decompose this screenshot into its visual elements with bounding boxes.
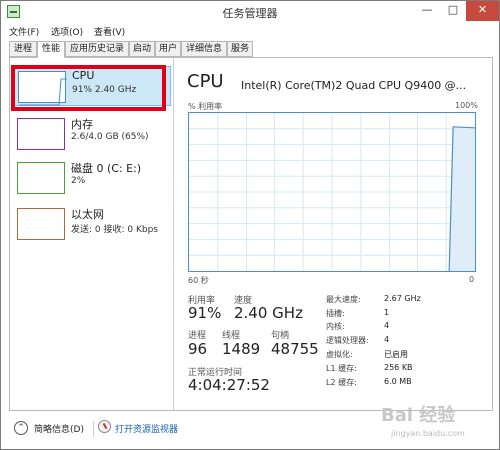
sidebar-item-label: CPU [72,69,95,82]
chevron-up-icon[interactable]: ⌃ [14,421,28,435]
spec-value: 已启用 [384,350,408,359]
task-manager-window: 任务管理器 — □ ✕ 文件(F) 选项(O) 查看(V) 进程 性能 应用历史… [0,0,500,450]
spec-label: L1 缓存: [326,364,357,373]
cpu-thumbnail-line [19,78,67,106]
tab-users[interactable]: 用户 [155,41,181,57]
memory-thumbnail-graph [17,118,65,150]
tab-performance[interactable]: 性能 [37,41,65,58]
graph-x-min: 60 秒 [188,276,209,285]
sidebar-item-detail: 2% [71,176,86,186]
sidebar-item-ethernet[interactable]: 以太网 发送: 0 接收: 0 Kbps [13,204,171,244]
sidebar-item-detail: 发送: 0 接收: 0 Kbps [71,225,158,235]
maximize-button[interactable]: □ [440,1,466,21]
graph-y-max: 100% [455,101,478,110]
speed-value: 2.40 GHz [234,304,303,322]
open-resource-monitor-link[interactable]: 打开资源监视器 [115,422,178,435]
spec-label: 最大速度: [326,295,361,304]
spec-value: 4 [384,335,390,344]
spec-label: L2 缓存: [326,378,357,387]
spec-value: 6.0 MB [384,377,412,386]
tab-startup[interactable]: 启动 [129,41,155,57]
uptime-value: 4:04:27:52 [188,376,270,394]
spec-label: 内核: [326,322,345,331]
threads-value: 1489 [222,340,261,358]
cpu-utilization-graph [188,112,476,272]
spec-value: 4 [384,321,390,330]
graph-y-label: % 利用率 [188,102,223,111]
ethernet-thumbnail-graph [17,208,65,240]
spec-value: 1 [384,308,390,317]
resource-monitor-icon[interactable] [98,420,111,433]
minimize-button[interactable]: — [414,1,440,21]
menu-options[interactable]: 选项(O) [51,25,83,38]
watermark-logo: Bai 经验 [381,405,456,426]
sidebar-item-detail: 91% 2.40 GHz [72,85,137,95]
footer-divider [93,421,94,437]
tab-details[interactable]: 详细信息 [181,41,227,57]
tab-app-history[interactable]: 应用历史记录 [65,41,129,57]
close-button[interactable]: ✕ [466,1,499,21]
handles-value: 48755 [271,340,319,358]
sidebar-item-memory[interactable]: 内存 2.6/4.0 GB (65%) [13,114,171,154]
spec-label: 虚拟化: [326,350,353,359]
resource-sidebar: CPU 91% 2.40 GHz 内存 2.6/4.0 GB (65%) 磁盘 … [10,58,174,410]
sidebar-item-label: 磁盘 0 (C: E:) [71,162,142,175]
sidebar-item-disk[interactable]: 磁盘 0 (C: E:) 2% [13,158,171,198]
spec-label: 插槽: [326,309,345,318]
tab-processes[interactable]: 进程 [9,41,37,57]
spec-value: 256 KB [384,363,413,372]
cpu-model-name: Intel(R) Core(TM)2 Quad CPU Q9400 @... [241,79,467,92]
sidebar-item-detail: 2.6/4.0 GB (65%) [71,132,149,142]
menu-bar: 文件(F) 选项(O) 查看(V) [1,23,499,40]
utilization-value: 91% [188,304,222,322]
watermark-url: jingyan.baidu.com [391,429,465,438]
sidebar-item-label: 以太网 [71,208,104,221]
sidebar-item-label: 内存 [71,118,93,131]
tab-services[interactable]: 服务 [227,41,253,57]
menu-file[interactable]: 文件(F) [9,25,39,38]
graph-x-max: 0 [469,275,475,284]
disk-thumbnail-graph [17,162,65,194]
page-title: CPU [187,71,224,92]
menu-view[interactable]: 查看(V) [94,25,125,38]
title-bar: 任务管理器 — □ ✕ [1,1,499,23]
processes-value: 96 [188,340,208,358]
fewer-details-link[interactable]: 简略信息(D) [34,422,84,435]
spec-label: 逻辑处理器: [326,336,369,345]
spec-value: 2.67 GHz [384,294,421,303]
